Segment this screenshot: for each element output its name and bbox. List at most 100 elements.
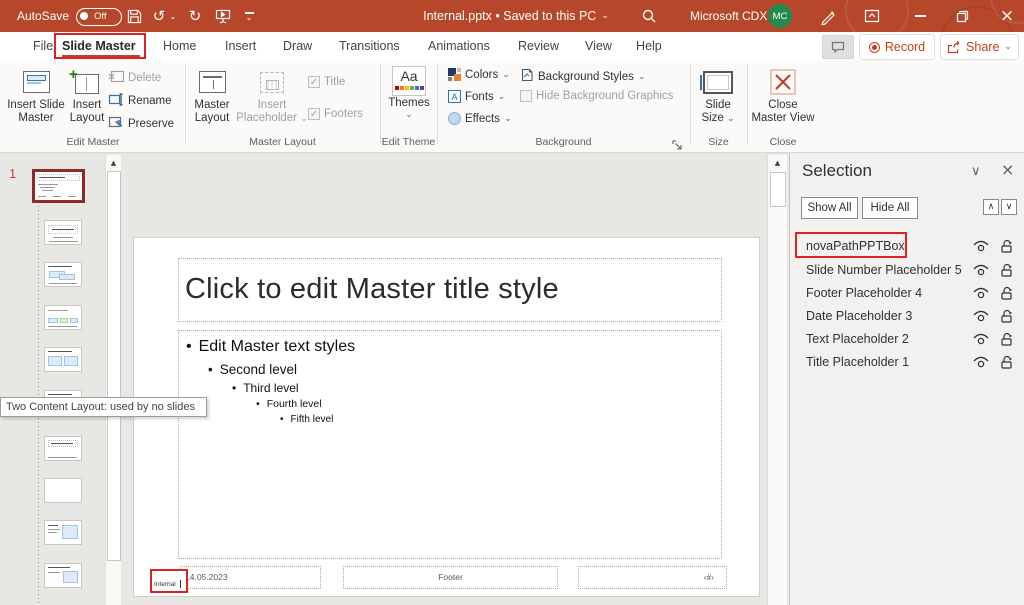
date-placeholder[interactable]: 14.05.2023	[180, 566, 321, 589]
pane-close-icon[interactable]: ×	[1001, 160, 1014, 179]
unlock-icon[interactable]	[1000, 239, 1013, 260]
customize-qat-icon[interactable]: ⌄	[240, 0, 258, 32]
insert-layout-button[interactable]: + Insert Layout	[64, 62, 110, 125]
rename-button[interactable]: Rename	[108, 93, 171, 109]
tab-review[interactable]: Review	[518, 32, 559, 60]
visibility-eye-icon[interactable]	[972, 332, 990, 353]
move-up-button[interactable]: ∧	[983, 199, 999, 215]
thumbnail-scrollbar-thumb[interactable]	[107, 171, 121, 561]
avatar[interactable]: MC	[768, 4, 792, 28]
footers-checkbox[interactable]: ✓ Footers	[308, 108, 363, 120]
scroll-up-icon[interactable]: ▲	[106, 155, 121, 167]
main-scrollbar[interactable]: ▲	[767, 155, 787, 605]
unlock-icon[interactable]	[1000, 355, 1013, 376]
fonts-button[interactable]: A Fonts ⌄	[448, 90, 505, 103]
share-button[interactable]: Share ⌄	[940, 34, 1019, 60]
selection-item[interactable]: Text Placeholder 2	[806, 329, 1024, 350]
colors-button[interactable]: Colors ⌄	[448, 68, 510, 81]
unlock-icon[interactable]	[1000, 309, 1013, 330]
unlock-icon[interactable]	[1000, 332, 1013, 353]
slide-number-placeholder[interactable]: ‹#›	[578, 566, 727, 589]
selection-pane: Selection ∨ × Show All Hide All ∧ ∨	[789, 153, 1024, 605]
move-down-button[interactable]: ∨	[1001, 199, 1017, 215]
delete-button[interactable]: Delete	[108, 70, 161, 86]
toggle-knob	[80, 12, 88, 20]
layout-thumbnail-picture-caption[interactable]	[44, 563, 82, 588]
master-layout-button[interactable]: Master Layout	[188, 62, 236, 125]
undo-chevron-icon[interactable]: ⌄	[168, 0, 178, 32]
ribbon-display-options-icon[interactable]	[860, 0, 884, 32]
close-master-view-button[interactable]: Close Master View	[752, 62, 814, 125]
insert-slide-master-icon	[23, 65, 50, 99]
tab-file[interactable]: File	[33, 32, 53, 60]
title-checkbox[interactable]: ✓ Title	[308, 76, 345, 88]
autosave-toggle[interactable]: Off	[76, 8, 122, 26]
tab-view[interactable]: View	[585, 32, 612, 60]
search-icon[interactable]	[638, 0, 660, 32]
bullet-icon: •	[208, 362, 213, 377]
selection-item[interactable]: Date Placeholder 3	[806, 306, 1024, 327]
hide-background-graphics-checkbox[interactable]: Hide Background Graphics	[520, 90, 673, 102]
slide-canvas[interactable]: Click to edit Master title style •Edit M…	[133, 237, 760, 597]
comments-button[interactable]	[822, 35, 854, 59]
body-placeholder[interactable]: •Edit Master text styles •Second level •…	[178, 330, 722, 559]
selection-item[interactable]: Slide Number Placeholder 5	[806, 260, 1024, 281]
redo-icon[interactable]: ↻	[184, 0, 206, 32]
chevron-down-icon: ⌄	[504, 114, 512, 124]
slide-master-thumbnail[interactable]	[32, 169, 85, 203]
close-button[interactable]: ×	[992, 0, 1022, 32]
tab-draw[interactable]: Draw	[283, 32, 312, 60]
visibility-eye-icon[interactable]	[972, 286, 990, 307]
annotation-box-novapathpptbox	[795, 232, 907, 258]
visibility-eye-icon[interactable]	[972, 263, 990, 284]
insert-slide-master-button[interactable]: Insert Slide Master	[8, 62, 64, 125]
hide-all-button[interactable]: Hide All	[862, 197, 918, 219]
effects-button[interactable]: Effects ⌄	[448, 112, 512, 125]
layout-thumbnail-section-header[interactable]	[44, 305, 82, 330]
visibility-eye-icon[interactable]	[972, 355, 990, 376]
record-button[interactable]: Record	[859, 34, 935, 60]
visibility-eye-icon[interactable]	[972, 239, 990, 260]
thumbnail-scrollbar[interactable]: ▲	[105, 155, 121, 605]
insert-placeholder-button[interactable]: Insert Placeholder ⌄	[240, 62, 304, 126]
slide-size-button[interactable]: Slide Size ⌄	[694, 62, 742, 126]
undo-icon[interactable]: ↺	[148, 0, 170, 32]
footer-placeholder[interactable]: Footer	[343, 566, 558, 589]
checkbox-checked-icon: ✓	[308, 76, 320, 88]
preserve-button[interactable]: Preserve	[108, 116, 174, 132]
tab-insert[interactable]: Insert	[225, 32, 256, 60]
main-scrollbar-thumb[interactable]	[770, 172, 786, 207]
ink-pen-icon[interactable]	[816, 0, 840, 32]
visibility-eye-icon[interactable]	[972, 309, 990, 330]
minimize-button[interactable]	[906, 0, 934, 32]
layout-thumbnail-title-content[interactable]	[44, 262, 82, 287]
unlock-icon[interactable]	[1000, 286, 1013, 307]
title-placeholder[interactable]: Click to edit Master title style	[178, 258, 722, 322]
tab-animations[interactable]: Animations	[428, 32, 490, 60]
layout-thumbnail-blank[interactable]	[44, 478, 82, 503]
tab-help[interactable]: Help	[636, 32, 662, 60]
show-all-button[interactable]: Show All	[801, 197, 858, 219]
annotation-box-slide-master	[54, 33, 146, 59]
selection-item[interactable]: Title Placeholder 1	[806, 352, 1024, 373]
save-icon[interactable]	[124, 0, 144, 32]
layout-thumbnail-title-slide[interactable]	[44, 220, 82, 245]
account-name[interactable]: Microsoft CDX	[690, 0, 767, 32]
scroll-up-icon[interactable]: ▲	[768, 155, 787, 167]
start-slideshow-icon[interactable]	[212, 0, 234, 32]
layout-thumbnail-content-caption[interactable]	[44, 520, 82, 545]
pane-collapse-chevron-icon[interactable]: ∨	[971, 164, 981, 179]
background-styles-button[interactable]: Background Styles ⌄	[520, 68, 645, 85]
layout-thumbnail-two-content[interactable]	[44, 347, 82, 372]
master-title-text: Click to edit Master title style	[185, 273, 559, 306]
layout-thumbnail-title-only[interactable]	[44, 436, 82, 461]
tab-transitions[interactable]: Transitions	[339, 32, 400, 60]
layout-tooltip: Two Content Layout: used by no slides	[0, 397, 207, 417]
chevron-down-icon: ⌄	[727, 114, 735, 124]
unlock-icon[interactable]	[1000, 263, 1013, 284]
themes-button[interactable]: Aa Themes ⌄	[384, 62, 434, 120]
selection-item[interactable]: Footer Placeholder 4	[806, 283, 1024, 304]
tab-home[interactable]: Home	[163, 32, 196, 60]
restore-button[interactable]	[948, 0, 976, 32]
document-title[interactable]: Internal.pptx • Saved to this PC ⌄	[423, 0, 609, 32]
